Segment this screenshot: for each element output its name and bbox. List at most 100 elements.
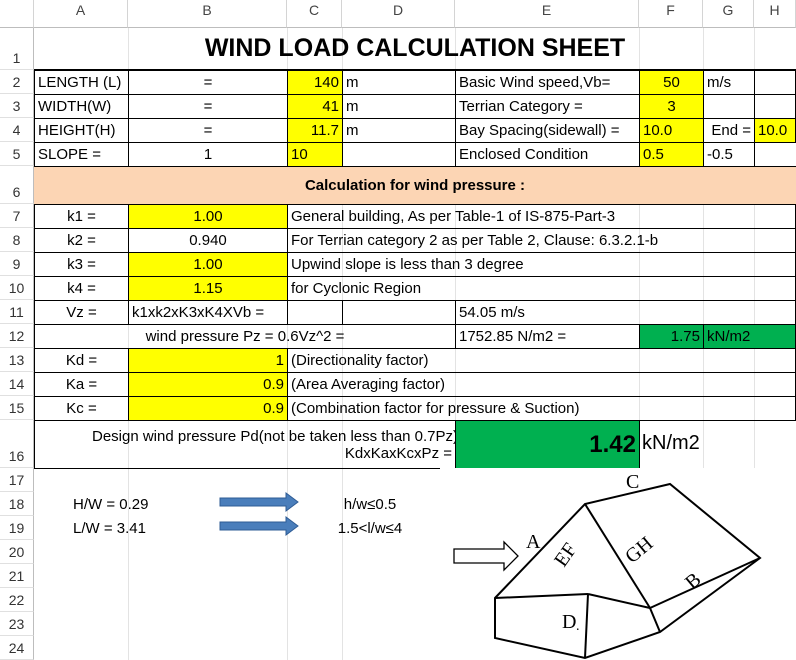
width-value[interactable]: 41: [287, 94, 343, 119]
row-header-4[interactable]: 4: [0, 118, 34, 142]
design-pressure-value[interactable]: 1.42: [455, 420, 640, 469]
row-header-13[interactable]: 13: [0, 348, 34, 372]
pz-kn-value[interactable]: 1.75: [639, 324, 704, 349]
row-header-19[interactable]: 19: [0, 516, 34, 540]
hw-condition[interactable]: h/w≤0.5: [300, 492, 440, 516]
row-header-2[interactable]: 2: [0, 70, 34, 94]
height-value[interactable]: 11.7: [287, 118, 343, 143]
end-label[interactable]: End =: [703, 118, 755, 143]
row-header-21[interactable]: 21: [0, 564, 34, 588]
k1-value[interactable]: 1.00: [128, 204, 288, 229]
vz-label[interactable]: Vz =: [34, 300, 129, 325]
bay-spacing-value[interactable]: 10.0: [639, 118, 704, 143]
lw-condition[interactable]: 1.5<l/w≤4: [300, 516, 440, 540]
width-eq[interactable]: =: [128, 94, 288, 119]
wind-speed-unit[interactable]: m/s: [703, 70, 755, 95]
kc-description[interactable]: (Combination factor for pressure & Sucti…: [287, 396, 796, 421]
row-header-15[interactable]: 15: [0, 396, 34, 420]
slope-ratio[interactable]: 1: [128, 142, 288, 167]
row-header-17[interactable]: 17: [0, 468, 34, 492]
k3-value[interactable]: 1.00: [128, 252, 288, 277]
k2-value[interactable]: 0.940: [128, 228, 288, 253]
column-header-a[interactable]: A: [34, 0, 128, 28]
width-label[interactable]: WIDTH(W): [34, 94, 129, 119]
row-header-5[interactable]: 5: [0, 142, 34, 166]
cell-d5[interactable]: [342, 142, 456, 167]
row-header-14[interactable]: 14: [0, 372, 34, 396]
page-title[interactable]: WIND LOAD CALCULATION SHEET: [34, 28, 796, 70]
column-header-e[interactable]: E: [455, 0, 639, 28]
length-value[interactable]: 140: [287, 70, 343, 95]
row-header-7[interactable]: 7: [0, 204, 34, 228]
ka-label[interactable]: Ka =: [34, 372, 129, 397]
k4-label[interactable]: k4 =: [34, 276, 129, 301]
row-header-24[interactable]: 24: [0, 636, 34, 660]
pz-label[interactable]: wind pressure Pz = 0.6Vz^2 =: [34, 324, 456, 349]
ka-value[interactable]: 0.9: [128, 372, 288, 397]
row-header-12[interactable]: 12: [0, 324, 34, 348]
kd-value[interactable]: 1: [128, 348, 288, 373]
kd-description[interactable]: (Directionality factor): [287, 348, 796, 373]
column-header-h[interactable]: H: [754, 0, 796, 28]
pz-unit[interactable]: kN/m2: [703, 324, 796, 349]
row-header-3[interactable]: 3: [0, 94, 34, 118]
k3-label[interactable]: k3 =: [34, 252, 129, 277]
end-value[interactable]: 10.0: [754, 118, 796, 143]
row-header-23[interactable]: 23: [0, 612, 34, 636]
enclosed-positive[interactable]: 0.5: [639, 142, 704, 167]
slope-value[interactable]: 10: [287, 142, 343, 167]
ka-description[interactable]: (Area Averaging factor): [287, 372, 796, 397]
cell-c11[interactable]: [287, 300, 343, 325]
row-header-1[interactable]: 1: [0, 28, 34, 70]
row-header-11[interactable]: 11: [0, 300, 34, 324]
column-header-g[interactable]: G: [703, 0, 754, 28]
row-header-18[interactable]: 18: [0, 492, 34, 516]
cell-h2[interactable]: [754, 70, 796, 95]
cell-d11[interactable]: [342, 300, 456, 325]
wind-speed-value[interactable]: 50: [639, 70, 704, 95]
kc-value[interactable]: 0.9: [128, 396, 288, 421]
slope-label[interactable]: SLOPE =: [34, 142, 129, 167]
height-label[interactable]: HEIGHT(H): [34, 118, 129, 143]
enclosed-label[interactable]: Enclosed Condition: [455, 142, 640, 167]
row-header-16[interactable]: 16: [0, 420, 34, 468]
k2-label[interactable]: k2 =: [34, 228, 129, 253]
column-header-c[interactable]: C: [287, 0, 342, 28]
wind-speed-label[interactable]: Basic Wind speed,Vb=: [455, 70, 640, 95]
k2-description[interactable]: For Terrian category 2 as per Table 2, C…: [287, 228, 796, 253]
column-header-f[interactable]: F: [639, 0, 703, 28]
lw-ratio[interactable]: L/W = 3.41: [70, 516, 210, 540]
vz-formula[interactable]: k1xk2xK3xK4XVb =: [128, 300, 288, 325]
length-unit[interactable]: m: [342, 70, 456, 95]
kc-label[interactable]: Kc =: [34, 396, 129, 421]
cell-g3[interactable]: [703, 94, 755, 119]
length-eq[interactable]: =: [128, 70, 288, 95]
k1-description[interactable]: General building, As per Table-1 of IS-8…: [287, 204, 796, 229]
k4-description[interactable]: for Cyclonic Region: [287, 276, 796, 301]
pz-value[interactable]: 1752.85 N/m2 =: [455, 324, 640, 349]
cell-h5[interactable]: [754, 142, 796, 167]
bay-spacing-label[interactable]: Bay Spacing(sidewall) =: [455, 118, 640, 143]
cell-h3[interactable]: [754, 94, 796, 119]
kd-label[interactable]: Kd =: [34, 348, 129, 373]
height-eq[interactable]: =: [128, 118, 288, 143]
design-pressure-label[interactable]: Design wind pressure Pd(not be taken les…: [34, 420, 458, 469]
design-pressure-unit[interactable]: kN/m2: [639, 420, 796, 469]
terrain-label[interactable]: Terrian Category =: [455, 94, 640, 119]
hw-ratio[interactable]: H/W = 0.29: [70, 492, 210, 516]
height-unit[interactable]: m: [342, 118, 456, 143]
row-header-8[interactable]: 8: [0, 228, 34, 252]
row-header-9[interactable]: 9: [0, 252, 34, 276]
row-header-20[interactable]: 20: [0, 540, 34, 564]
row-header-6[interactable]: 6: [0, 166, 34, 204]
row-header-10[interactable]: 10: [0, 276, 34, 300]
select-all-corner[interactable]: [0, 0, 34, 28]
k4-value[interactable]: 1.15: [128, 276, 288, 301]
width-unit[interactable]: m: [342, 94, 456, 119]
length-label[interactable]: LENGTH (L): [34, 70, 129, 95]
terrain-value[interactable]: 3: [639, 94, 704, 119]
calc-section-header[interactable]: Calculation for wind pressure :: [34, 166, 796, 205]
enclosed-negative[interactable]: -0.5: [703, 142, 755, 167]
column-header-b[interactable]: B: [128, 0, 287, 28]
row-header-22[interactable]: 22: [0, 588, 34, 612]
